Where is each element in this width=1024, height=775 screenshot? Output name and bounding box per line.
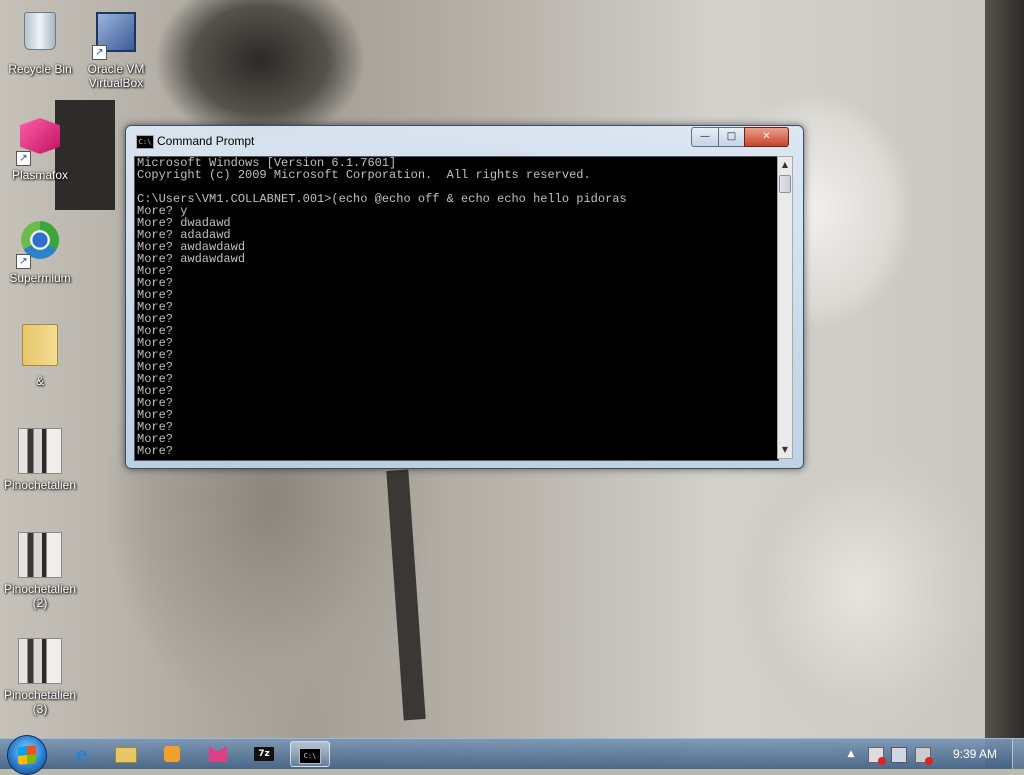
scroll-up-arrow-icon[interactable]: ▲ (778, 157, 792, 173)
wallpaper-detail (985, 0, 1024, 768)
7zip-icon: 7z (254, 747, 274, 761)
desktop-icon-label: Recycle Bin (8, 62, 72, 76)
scroll-down-arrow-icon[interactable]: ▼ (778, 442, 792, 458)
console-line: More? (137, 300, 174, 314)
desktop-icon-pinochetalien-2[interactable]: Pinochetalien (2) (0, 530, 80, 610)
taskbar-internet-explorer[interactable]: e (62, 741, 102, 767)
media-player-icon (164, 746, 180, 762)
image-file-icon (16, 428, 64, 476)
console-line: More? (137, 288, 174, 302)
console-line: More? (137, 264, 174, 278)
desktop-icon-label: & (35, 374, 44, 388)
console-line: More? (137, 276, 174, 290)
taskbar-media-player[interactable] (152, 741, 192, 767)
console-line: More? (137, 348, 174, 362)
show-desktop-button[interactable] (1012, 739, 1024, 769)
console-line: More? dwadawd (137, 216, 231, 230)
folder-icon (16, 324, 64, 372)
cmd-icon: C:\ (299, 748, 321, 764)
cmd-icon: C:\ (136, 135, 154, 149)
console-line: More? y (137, 204, 188, 218)
console-line: More? (137, 360, 174, 374)
taskbar-command-prompt[interactable]: C:\ (290, 741, 330, 767)
desktop-icon-label: Oracle VM VirtualBox (87, 62, 145, 90)
desktop-icon-virtualbox[interactable]: ↗ Oracle VM VirtualBox (76, 6, 156, 90)
desktop-icon-recycle-bin[interactable]: Recycle Bin (0, 6, 80, 76)
minimize-button[interactable]: — (691, 127, 719, 147)
taskbar-7zip[interactable]: 7z (244, 741, 284, 767)
image-file-icon (16, 532, 64, 580)
console-line: Copyright (c) 2009 Microsoft Corporation… (137, 168, 591, 182)
volume-icon[interactable] (915, 747, 933, 765)
command-prompt-window[interactable]: C:\ Command Prompt — □ ✕ Microsoft Windo… (125, 125, 804, 469)
image-file-icon (16, 638, 64, 686)
console-line: More? (137, 312, 174, 326)
desktop-icon-supermium[interactable]: ↗ Supermium (0, 216, 80, 285)
folder-icon (115, 747, 137, 763)
clock[interactable]: 9:39 AM (945, 739, 1005, 769)
close-button[interactable]: ✕ (744, 127, 789, 147)
console-line: More? (137, 408, 174, 422)
desktop-icon-pinochetalien-3[interactable]: Pinochetalien (3) (0, 636, 80, 716)
console-line: More? awdawdawd (137, 252, 246, 266)
taskbar-plasmafox[interactable] (198, 741, 238, 767)
console-line: More? (137, 444, 174, 458)
console-line: More? (137, 324, 174, 338)
network-icon[interactable] (891, 747, 907, 763)
recycle-bin-icon (16, 12, 64, 60)
desktop-icon-label: Pinochetalien (3, 478, 77, 492)
maximize-button[interactable]: □ (718, 127, 745, 147)
console-line: More? (137, 372, 174, 386)
console-line: More? (137, 420, 174, 434)
taskbar: e 7z C:\ ▲ 9:39 AM (0, 735, 1024, 775)
console-line: More? (137, 384, 174, 398)
vertical-scrollbar[interactable]: ▲ ▼ (777, 156, 793, 459)
desktop-icon-pinochetalien[interactable]: Pinochetalien (0, 426, 80, 492)
desktop-icon-label: Plasmafox (11, 168, 69, 182)
start-button[interactable] (7, 735, 47, 775)
console-line: More? (137, 396, 174, 410)
taskbar-windows-explorer[interactable] (106, 741, 146, 767)
plasmafox-icon: ↗ (16, 118, 64, 166)
shortcut-arrow-icon: ↗ (16, 254, 31, 269)
desktop-icon-folder[interactable]: & (0, 320, 80, 388)
console-line: C:\Users\VM1.COLLABNET.001>(echo @echo o… (137, 192, 627, 206)
show-hidden-icons-button[interactable]: ▲ (845, 739, 857, 769)
shortcut-arrow-icon: ↗ (92, 45, 107, 60)
ie-icon: e (75, 742, 89, 766)
virtualbox-icon: ↗ (92, 12, 140, 60)
shortcut-arrow-icon: ↗ (16, 151, 31, 166)
desktop-icon-label: Pinochetalien (2) (3, 582, 77, 610)
scrollbar-thumb[interactable] (779, 175, 791, 193)
desktop-icon-label: Pinochetalien (3) (3, 688, 77, 716)
desktop-icon-label: Supermium (9, 271, 71, 285)
windows-logo-icon (18, 745, 36, 765)
console-line: More? (137, 336, 174, 350)
console-output[interactable]: Microsoft Windows [Version 6.1.7601] Copy… (134, 156, 779, 461)
desktop-icon-plasmafox[interactable]: ↗ Plasmafox (0, 112, 80, 182)
action-center-icon[interactable] (868, 747, 886, 765)
console-line: More? (137, 432, 174, 446)
window-title: Command Prompt (157, 134, 255, 148)
plasmafox-icon (209, 746, 227, 762)
title-bar[interactable]: C:\ Command Prompt — □ ✕ (126, 126, 803, 156)
supermium-icon: ↗ (16, 221, 64, 269)
